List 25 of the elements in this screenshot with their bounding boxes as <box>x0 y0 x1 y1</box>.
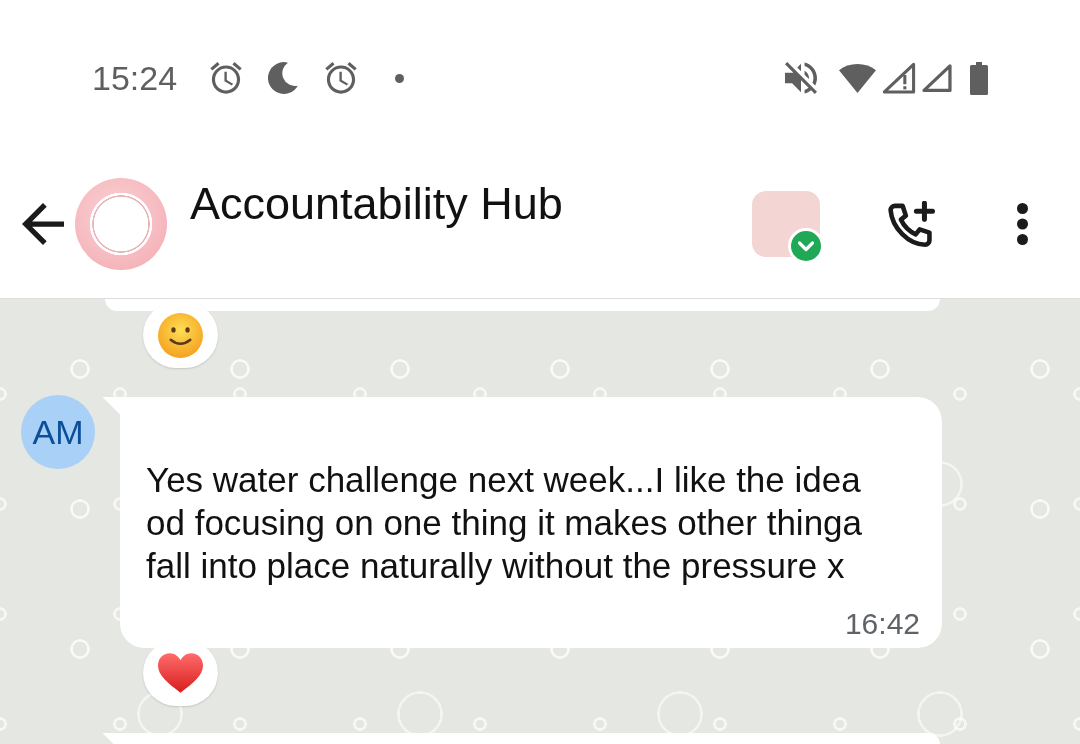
battery-icon <box>970 61 988 95</box>
smiley-emoji-icon <box>158 312 203 358</box>
message-text: Yes water challenge next week...I like the idea od focusing on one thing it makes other thinga fall into place naturally without the pressure x <box>146 459 864 587</box>
heart-emoji-icon <box>158 653 203 693</box>
add-call-button[interactable] <box>888 200 936 248</box>
more-menu-icon <box>1017 203 1028 245</box>
message-time: 16:42 <box>844 607 920 641</box>
signal-alert-icon <box>882 61 916 95</box>
moon-icon <box>268 62 300 94</box>
arrow-left-icon <box>22 203 64 245</box>
chat-title: Accountability Hub <box>190 178 563 230</box>
back-button[interactable] <box>22 203 64 245</box>
alarm-icon <box>210 62 243 94</box>
more-menu-button[interactable] <box>1017 203 1028 245</box>
wifi-icon <box>839 63 876 93</box>
notification-dot-icon <box>395 73 405 83</box>
reaction-button[interactable] <box>143 640 218 706</box>
mute-icon <box>785 62 817 94</box>
status-time: 15:24 <box>92 58 178 98</box>
reaction-button[interactable] <box>143 302 218 368</box>
phone-plus-icon <box>888 200 936 248</box>
chevron-badge-icon <box>788 228 824 264</box>
signal-icon <box>922 62 952 94</box>
alarm-icon <box>325 62 358 94</box>
sender-avatar: AM <box>21 395 95 469</box>
